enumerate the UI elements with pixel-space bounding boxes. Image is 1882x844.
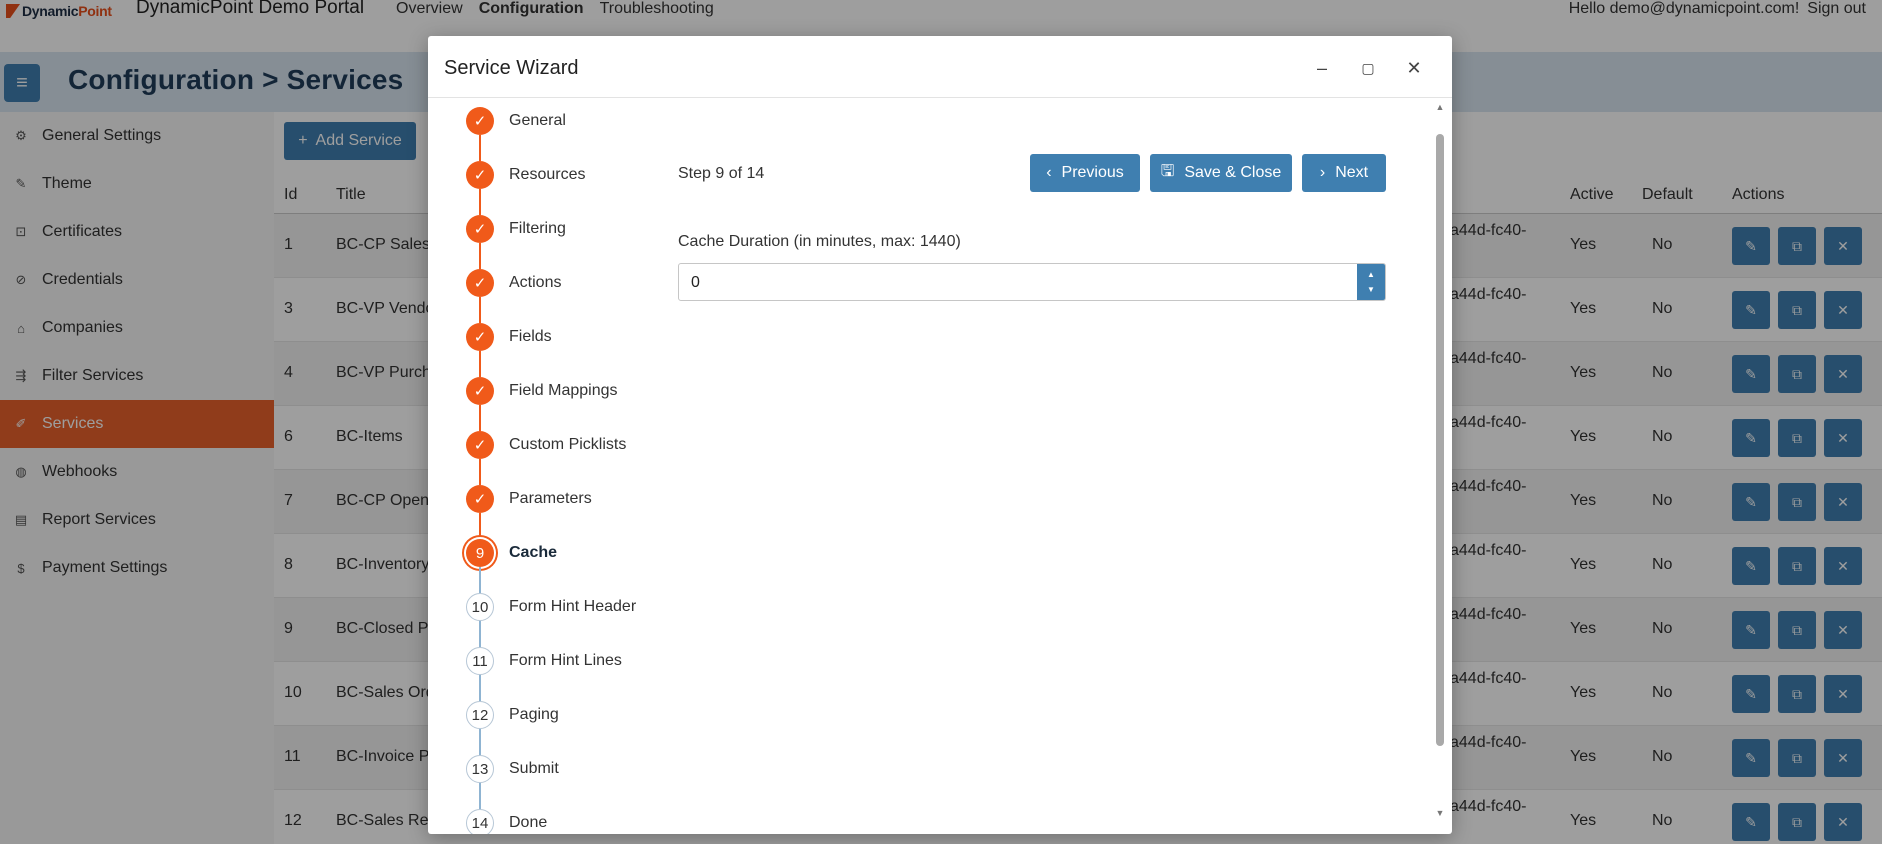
step-label: Form Hint Header xyxy=(509,598,637,615)
wizard-step-custom-picklists[interactable]: ✓ Custom Picklists xyxy=(466,430,626,460)
step-indicator: ✓ xyxy=(466,485,494,513)
wizard-step-cache[interactable]: 9 Cache xyxy=(466,538,557,568)
dialog-header: Service Wizard – ▢ ✕ xyxy=(428,36,1452,98)
step-connector xyxy=(479,189,481,215)
step-indicator: ✓ xyxy=(466,377,494,405)
number-spinner[interactable]: ▲ ▼ xyxy=(1357,264,1385,300)
wizard-step-general[interactable]: ✓ General xyxy=(466,106,566,136)
step-label: Form Hint Lines xyxy=(509,652,622,669)
check-icon: ✓ xyxy=(473,275,487,292)
step-indicator: ✓ xyxy=(466,269,494,297)
check-icon: ✓ xyxy=(473,329,487,346)
cache-duration-input[interactable]: 0 ▲ ▼ xyxy=(678,263,1386,301)
wizard-step-field-mappings[interactable]: ✓ Field Mappings xyxy=(466,376,618,406)
dialog-body: ✓ General ✓ Resources ✓ Filtering ✓ Actions ✓ Fie… xyxy=(428,98,1452,834)
step-connector xyxy=(479,405,481,431)
step-indicator: ✓ xyxy=(466,431,494,459)
step-indicator: ✓ xyxy=(466,161,494,189)
step-connector xyxy=(479,675,481,701)
wizard-step-done[interactable]: 14 Done xyxy=(466,808,547,834)
next-button[interactable]: › Next xyxy=(1302,154,1386,192)
wizard-step-actions[interactable]: ✓ Actions xyxy=(466,268,561,298)
step-label: Done xyxy=(509,814,548,831)
check-icon: ✓ xyxy=(473,383,487,400)
wizard-step-filtering[interactable]: ✓ Filtering xyxy=(466,214,566,244)
step-connector xyxy=(479,729,481,755)
step-indicator: ✓ xyxy=(466,323,494,351)
step-connector xyxy=(479,297,481,323)
wizard-step-resources[interactable]: ✓ Resources xyxy=(466,160,585,190)
step-label: Resources xyxy=(509,166,586,183)
wizard-steps: ✓ General ✓ Resources ✓ Filtering ✓ Actions ✓ Fie… xyxy=(466,98,666,834)
wizard-step-form-hint-lines[interactable]: 11 Form Hint Lines xyxy=(466,646,622,676)
step-connector xyxy=(479,135,481,161)
step-label: Custom Picklists xyxy=(509,436,627,453)
step-connector xyxy=(479,783,481,809)
step-connector xyxy=(479,567,481,593)
step-connector xyxy=(479,243,481,269)
chevron-left-icon: ‹ xyxy=(1046,164,1052,181)
step-indicator: 12 xyxy=(466,701,494,729)
step-label: Parameters xyxy=(509,490,592,507)
step-connector xyxy=(479,351,481,377)
step-label: Actions xyxy=(509,274,562,291)
step-connector xyxy=(479,459,481,485)
step-indicator: 10 xyxy=(466,593,494,621)
scroll-up-icon[interactable]: ▲ xyxy=(1434,102,1446,112)
step-indicator: 14 xyxy=(466,809,494,834)
maximize-button[interactable]: ▢ xyxy=(1354,54,1382,82)
wizard-step-parameters[interactable]: ✓ Parameters xyxy=(466,484,592,514)
step-label: Paging xyxy=(509,706,559,723)
chevron-right-icon: › xyxy=(1319,164,1326,181)
maximize-icon: ▢ xyxy=(1361,59,1375,76)
check-icon: ✓ xyxy=(473,167,487,184)
check-icon: ✓ xyxy=(473,437,487,454)
service-wizard-dialog: Service Wizard – ▢ ✕ ✓ General ✓ Resources ✓… xyxy=(428,36,1452,834)
wizard-step-fields[interactable]: ✓ Fields xyxy=(466,322,552,352)
wizard-step-paging[interactable]: 12 Paging xyxy=(466,700,559,730)
check-icon: ✓ xyxy=(473,491,487,508)
spin-down-icon[interactable]: ▼ xyxy=(1367,282,1375,297)
scroll-thumb[interactable] xyxy=(1436,134,1444,746)
save-close-button[interactable]: 🖫 Save & Close xyxy=(1150,154,1292,192)
step-indicator: 9 xyxy=(466,539,494,567)
step-connector xyxy=(479,513,481,539)
wizard-step-submit[interactable]: 13 Submit xyxy=(466,754,559,784)
step-indicator: 11 xyxy=(466,647,494,675)
step-label: Field Mappings xyxy=(509,382,618,399)
minimize-button[interactable]: – xyxy=(1308,54,1336,82)
step-label: Filtering xyxy=(509,220,566,237)
step-label: Fields xyxy=(509,328,552,345)
step-label: Cache xyxy=(509,544,558,561)
step-connector xyxy=(479,621,481,647)
check-icon: ✓ xyxy=(473,221,487,238)
minimize-icon: – xyxy=(1316,57,1327,78)
close-icon: ✕ xyxy=(1406,57,1422,78)
spin-up-icon[interactable]: ▲ xyxy=(1367,267,1375,282)
dialog-scrollbar[interactable]: ▲ ▼ xyxy=(1434,98,1446,824)
step-indicator: 13 xyxy=(466,755,494,783)
wizard-step-form-hint-header[interactable]: 10 Form Hint Header xyxy=(466,592,636,622)
dialog-title: Service Wizard xyxy=(444,57,579,79)
step-label: General xyxy=(509,112,566,129)
step-indicator: ✓ xyxy=(466,107,494,135)
step-counter: Step 9 of 14 xyxy=(678,165,765,182)
scroll-down-icon[interactable]: ▼ xyxy=(1434,808,1446,818)
step-indicator: ✓ xyxy=(466,215,494,243)
previous-button[interactable]: ‹ Previous xyxy=(1030,154,1140,192)
step-label: Submit xyxy=(509,760,559,777)
close-button[interactable]: ✕ xyxy=(1400,54,1428,82)
check-icon: ✓ xyxy=(473,113,487,130)
cache-duration-value: 0 xyxy=(691,274,700,291)
cache-duration-label: Cache Duration (in minutes, max: 1440) xyxy=(678,233,961,250)
save-icon: 🖫 xyxy=(1160,162,1175,180)
